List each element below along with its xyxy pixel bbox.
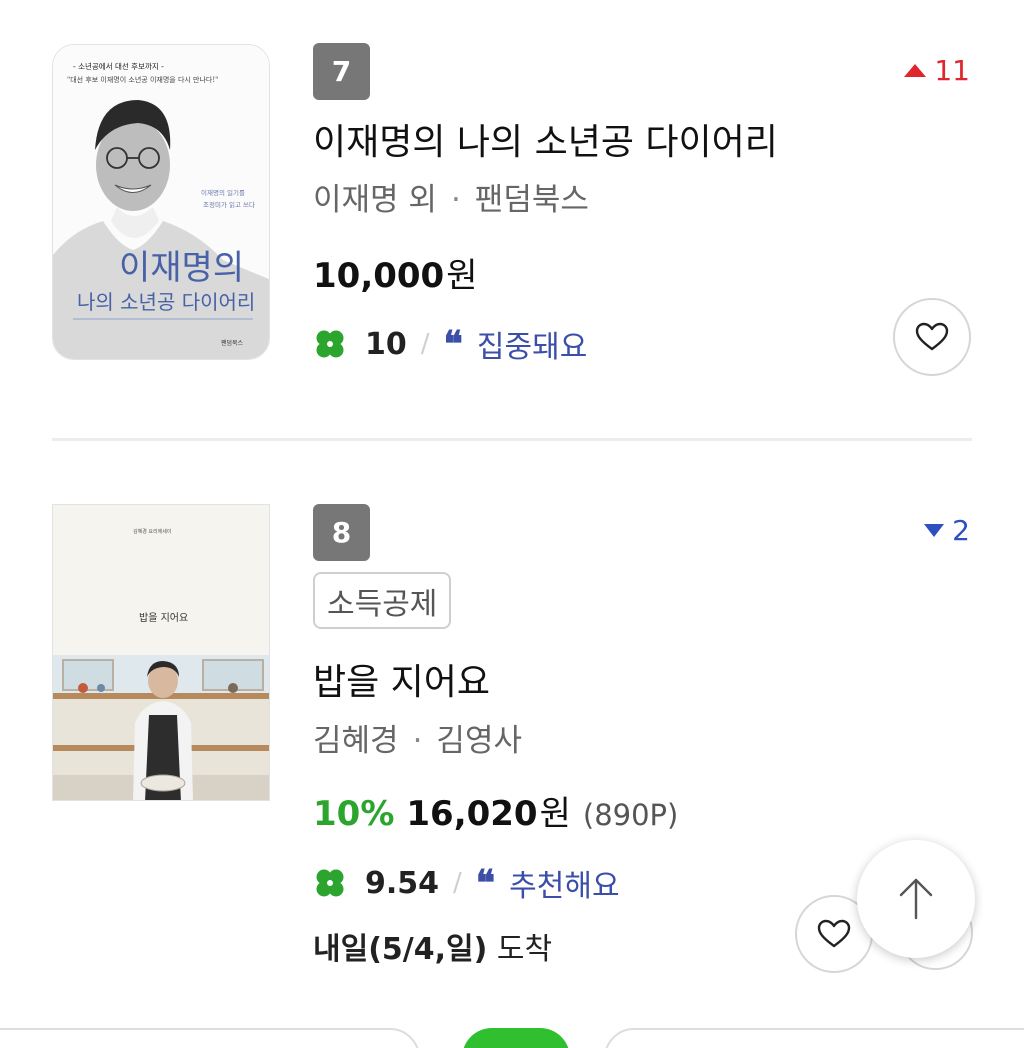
cover-publisher-mark: 팬덤북스 [221, 339, 244, 347]
separator-slash: / [420, 329, 430, 359]
book-meta: 이재명 외 · 팬덤북스 [313, 174, 589, 219]
rating-score: 9.54 [365, 865, 440, 901]
delivery-info: 내일(5/4,일) 도착 [313, 924, 552, 968]
book-publisher[interactable]: 팬덤북스 [475, 182, 589, 218]
cover-series: 김혜경 요리에세이 [133, 528, 171, 535]
rank-change-value: 2 [952, 514, 970, 547]
scroll-to-top-button[interactable] [857, 840, 975, 958]
cover-subtitle: 나의 소년공 다이어리 [77, 290, 255, 314]
cover-title: 밥을 지어요 [139, 612, 188, 624]
rating-score: 10 [365, 326, 407, 362]
book-publisher[interactable]: 김영사 [436, 723, 522, 759]
book-cover-image: 김혜경 요리에세이 밥을 지어요 [53, 505, 269, 800]
cover-side-text: 조정미가 읽고 쓰다 [203, 200, 255, 209]
price-currency: 원 [446, 256, 478, 296]
review-keyword[interactable]: 집중돼요 [477, 322, 587, 366]
bottom-nav-left-button[interactable] [0, 1028, 420, 1048]
reward-points: (890P) [582, 798, 679, 832]
cover-big-title: 이재명의 [119, 248, 244, 288]
rating-row: 9.54 / ❝ 추천해요 [313, 861, 620, 905]
wishlist-button[interactable] [893, 298, 971, 376]
book-author[interactable]: 이재명 외 [313, 182, 437, 218]
arrow-up-icon [899, 878, 933, 920]
book-author[interactable]: 김혜경 [313, 723, 399, 759]
rank-badge: 7 [313, 43, 370, 100]
income-deduction-tag: 소득공제 [313, 572, 452, 629]
rating-row: 10 / ❝ 집중돼요 [313, 322, 587, 366]
discount-rate: 10% [313, 794, 395, 834]
rank-badge: 8 [313, 504, 370, 561]
price-value: 16,020 [406, 794, 538, 834]
book-meta: 김혜경 · 김영사 [313, 715, 522, 760]
quote-icon: ❝ [475, 862, 496, 904]
price-currency: 원 [539, 794, 571, 834]
clover-icon [316, 869, 344, 897]
quote-icon: ❝ [443, 323, 463, 365]
rank-up-icon [904, 64, 927, 77]
cover-tagline: - 소년공에서 대선 후보까지 - [73, 61, 164, 71]
bottom-nav-right-button[interactable] [604, 1028, 1024, 1048]
cover-side-text: 이재명의 일기를 [201, 188, 245, 197]
price-value: 10,000 [313, 256, 445, 296]
book-price: 10,000 원 [313, 248, 477, 297]
rank-change: 2 [924, 514, 970, 547]
book-cover[interactable]: 김혜경 요리에세이 밥을 지어요 [52, 504, 270, 801]
heart-icon [817, 919, 851, 948]
review-keyword[interactable]: 추천해요 [509, 861, 619, 905]
clover-icon [316, 330, 344, 358]
bottom-nav-center-button[interactable] [462, 1028, 570, 1048]
heart-icon [915, 322, 949, 351]
book-list-item[interactable]: - 소년공에서 대선 후보까지 - "대선 후보 이재명이 소년공 이재명을 다… [0, 0, 1024, 438]
rank-change-value: 11 [934, 54, 970, 87]
book-price: 10% 16,020 원 (890P) [313, 786, 678, 835]
book-title[interactable]: 이재명의 나의 소년공 다이어리 [313, 113, 778, 165]
book-title[interactable]: 밥을 지어요 [313, 653, 490, 705]
rank-change: 11 [904, 54, 970, 87]
rank-down-icon [924, 524, 945, 537]
delivery-text: 도착 [487, 932, 553, 967]
bottom-navigation [0, 1028, 1024, 1048]
delivery-date: 내일(5/4,일) [313, 932, 488, 967]
book-cover[interactable]: - 소년공에서 대선 후보까지 - "대선 후보 이재명이 소년공 이재명을 다… [52, 44, 270, 360]
separator-dot: · [412, 723, 423, 759]
cover-quote: "대선 후보 이재명이 소년공 이재명을 다시 만나다!" [67, 75, 218, 84]
book-cover-image: - 소년공에서 대선 후보까지 - "대선 후보 이재명이 소년공 이재명을 다… [53, 45, 269, 359]
separator-slash: / [453, 868, 462, 898]
separator-dot: · [450, 182, 461, 218]
